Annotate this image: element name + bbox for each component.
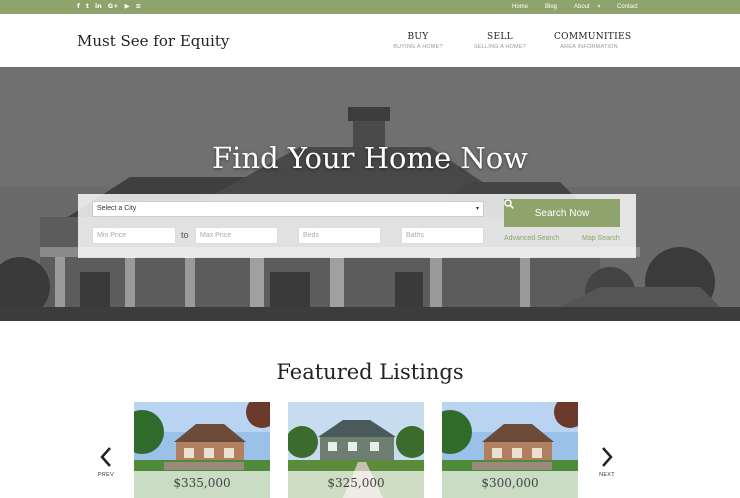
city-select-value: Select a City bbox=[97, 205, 137, 212]
social-links: f t in G+ ▶ ≋ bbox=[77, 2, 141, 11]
about-link[interactable]: About ▾ bbox=[574, 3, 600, 11]
search-now-label: Search Now bbox=[534, 207, 590, 219]
listing-card[interactable]: $325,000 bbox=[288, 402, 424, 498]
about-label: About bbox=[574, 4, 590, 10]
linkedin-icon[interactable]: in bbox=[95, 2, 102, 11]
nav-buy-subtitle: BUYING A HOME? bbox=[393, 44, 443, 50]
home-link[interactable]: Home bbox=[512, 3, 528, 11]
baths-input[interactable]: Baths bbox=[401, 227, 484, 244]
site-header: Must See for Equity BUY BUYING A HOME? S… bbox=[0, 14, 740, 67]
nav-sell[interactable]: SELL SELLING A HOME? bbox=[469, 32, 531, 50]
nav-communities-subtitle: AREA INFORMATION bbox=[560, 44, 618, 50]
search-now-button[interactable]: Search Now bbox=[504, 199, 620, 227]
listing-card[interactable]: $335,000 bbox=[134, 402, 270, 498]
blog-link[interactable]: Blog bbox=[545, 3, 557, 11]
city-select[interactable]: Select a City ▾ bbox=[92, 201, 484, 217]
nav-buy-title: BUY bbox=[407, 32, 429, 42]
min-price-input[interactable]: Min Price bbox=[92, 227, 176, 244]
beds-input[interactable]: Beds bbox=[298, 227, 381, 244]
top-utility-bar: f t in G+ ▶ ≋ Home Blog About ▾ Contact bbox=[0, 0, 740, 14]
hero-title: Find Your Home Now bbox=[212, 141, 528, 175]
prev-button[interactable]: PREV bbox=[94, 446, 118, 478]
next-button[interactable]: NEXT bbox=[595, 446, 619, 478]
contact-link[interactable]: Contact bbox=[617, 3, 638, 11]
youtube-icon[interactable]: ▶ bbox=[125, 2, 130, 11]
nav-buy[interactable]: BUY BUYING A HOME? bbox=[389, 32, 447, 50]
twitter-icon[interactable]: t bbox=[86, 2, 89, 11]
max-price-input[interactable]: Max Price bbox=[195, 227, 278, 244]
nav-sell-subtitle: SELLING A HOME? bbox=[474, 44, 526, 50]
nav-sell-title: SELL bbox=[487, 32, 513, 42]
price-range-to-label: to bbox=[181, 230, 189, 240]
search-panel: Select a City ▾ Min Price to Max Price B… bbox=[78, 194, 636, 258]
search-icon bbox=[504, 199, 514, 209]
google-plus-icon[interactable]: G+ bbox=[108, 2, 119, 11]
prev-label: PREV bbox=[97, 472, 115, 478]
listing-card[interactable]: $300,000 bbox=[442, 402, 578, 498]
hero-banner: Find Your Home Now Select a City ▾ Min P… bbox=[0, 67, 740, 321]
chevron-right-icon bbox=[602, 447, 613, 467]
advanced-search-link[interactable]: Advanced Search bbox=[504, 235, 559, 242]
map-search-link[interactable]: Map Search bbox=[582, 235, 620, 242]
nav-communities[interactable]: COMMUNITIES AREA INFORMATION bbox=[554, 32, 632, 50]
dropdown-caret-icon: ▾ bbox=[475, 206, 479, 212]
featured-listings-heading: Featured Listings bbox=[276, 360, 464, 384]
listing-price: $300,000 bbox=[442, 471, 578, 498]
listing-price: $335,000 bbox=[134, 471, 270, 498]
site-logo[interactable]: Must See for Equity bbox=[77, 32, 229, 50]
listing-price: $325,000 bbox=[288, 471, 424, 498]
facebook-icon[interactable]: f bbox=[77, 2, 80, 11]
next-label: NEXT bbox=[599, 472, 615, 478]
chevron-left-icon bbox=[100, 447, 111, 467]
rss-icon[interactable]: ≋ bbox=[136, 2, 141, 11]
chevron-down-icon: ▾ bbox=[597, 4, 601, 10]
nav-communities-title: COMMUNITIES bbox=[554, 32, 632, 42]
